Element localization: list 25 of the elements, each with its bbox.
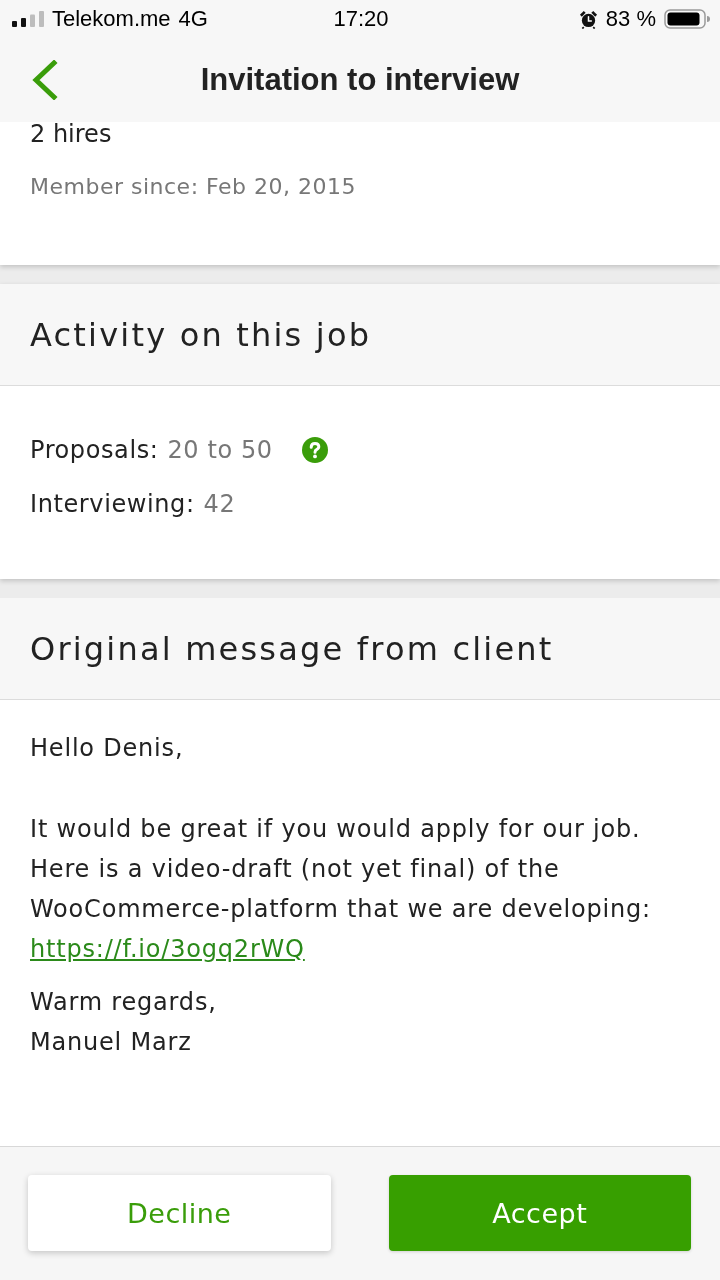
alarm-clock-icon [578,9,598,29]
battery-percent: 83 % [605,6,656,32]
message-text: It would be great if you would apply for our job. Here is a video-draft (not yet final) of the WooCommerce-platform that we are developing: [30,814,651,925]
battery-icon [664,9,710,29]
section-title: Activity on this job [30,314,372,355]
stat-value: 42 [203,490,236,518]
message-text: Hello Denis, [30,733,184,764]
signal-icon [12,11,44,27]
chevron-left-icon [30,60,58,100]
page-title: Invitation to interview [200,61,520,99]
stat-value: 20 to 50 [167,436,273,464]
clock-time: 17:20 [333,6,389,32]
message-text: Warm regards, Manuel Marz [30,987,217,1058]
accept-button[interactable]: Accept [388,1175,691,1251]
member-since: Member since: Feb 20, 2015 [30,173,356,201]
stat-label: Proposals: [30,436,159,464]
back-button[interactable] [30,60,58,100]
hires-count: 2 hires [30,122,112,146]
network-type: 4G [178,6,208,32]
stat-label: Interviewing: [30,490,195,518]
help-icon[interactable] [301,437,328,463]
section-title: Original message from client [30,628,554,669]
carrier-name: Telekom.me [52,6,171,32]
decline-button[interactable]: Decline [28,1175,331,1251]
message-link[interactable]: https://f.io/3ogq2rWQ [30,929,305,969]
